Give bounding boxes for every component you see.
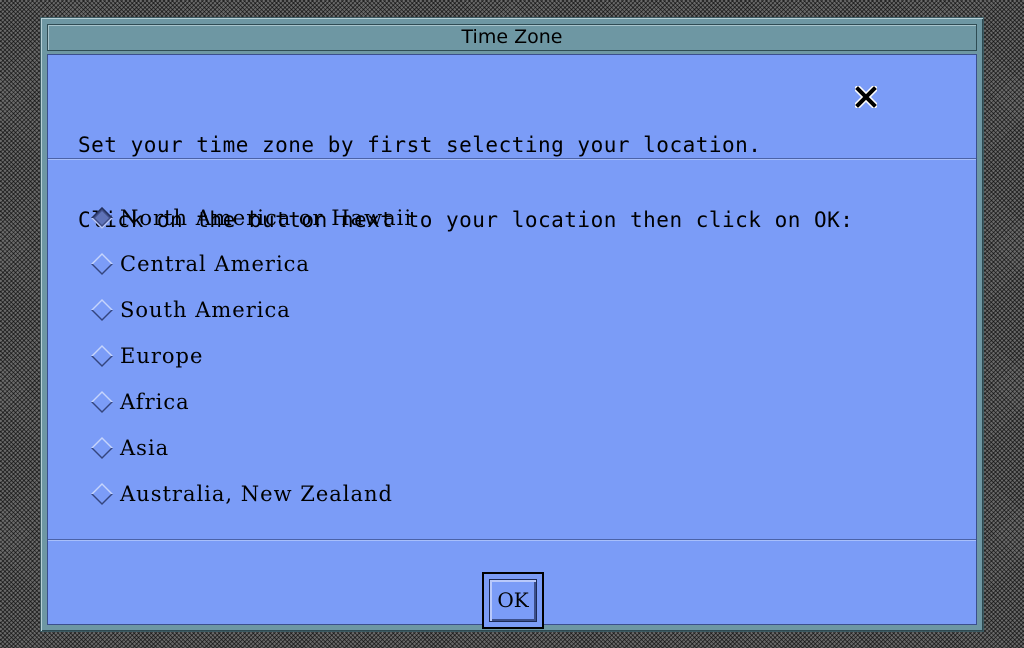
divider-top	[48, 158, 976, 160]
region-option-asia[interactable]: Asia	[90, 425, 412, 471]
diamond-radio-icon[interactable]	[90, 344, 114, 368]
diamond-radio-icon[interactable]	[90, 436, 114, 460]
diamond-radio-icon[interactable]	[90, 390, 114, 414]
region-option-north-america[interactable]: North America or Hawaii	[90, 195, 412, 241]
diamond-radio-icon[interactable]	[90, 252, 114, 276]
region-option-australia[interactable]: Australia, New Zealand	[90, 471, 412, 517]
time-zone-dialog: Time Zone Set your time zone by first se…	[40, 17, 984, 632]
diamond-radio-icon[interactable]	[90, 206, 114, 230]
region-label: Australia, New Zealand	[120, 482, 393, 506]
x-cursor-icon	[855, 86, 877, 108]
ok-button-default-frame: OK	[482, 572, 544, 629]
diamond-radio-icon[interactable]	[90, 298, 114, 322]
region-option-south-america[interactable]: South America	[90, 287, 412, 333]
diamond-radio-icon[interactable]	[90, 482, 114, 506]
region-label: South America	[120, 298, 291, 322]
window-title[interactable]: Time Zone	[47, 24, 977, 51]
region-label: Central America	[120, 252, 310, 276]
region-option-africa[interactable]: Africa	[90, 379, 412, 425]
region-option-europe[interactable]: Europe	[90, 333, 412, 379]
region-label: Europe	[120, 344, 204, 368]
region-label: Africa	[120, 390, 190, 414]
region-label: Asia	[120, 436, 170, 460]
divider-bottom	[48, 539, 976, 541]
dialog-body: Set your time zone by first selecting yo…	[47, 54, 977, 629]
ok-button[interactable]: OK	[489, 579, 537, 622]
region-options: North America or Hawaii Central America …	[90, 195, 412, 517]
region-label: North America or Hawaii	[120, 206, 413, 230]
region-option-central-america[interactable]: Central America	[90, 241, 412, 287]
instruction-line-1: Set your time zone by first selecting yo…	[78, 133, 762, 157]
